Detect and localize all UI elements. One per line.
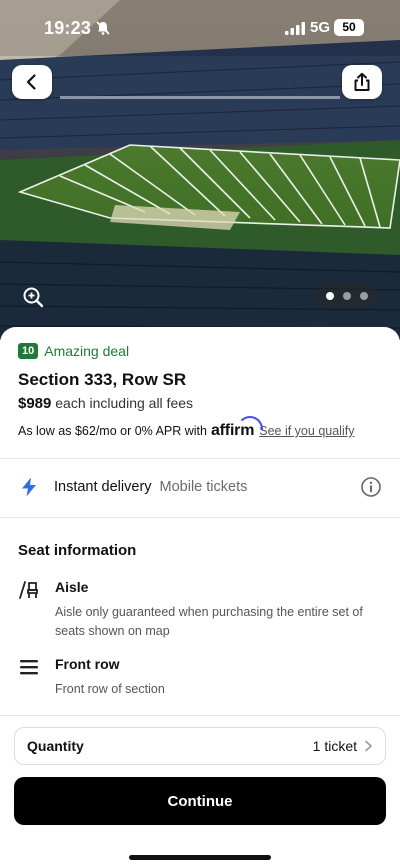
front-row-icon — [20, 660, 38, 675]
signal-icon — [285, 22, 305, 35]
gallery-pagination[interactable] — [316, 284, 378, 308]
feature-title: Front row — [55, 656, 120, 672]
chevron-left-icon — [26, 74, 36, 90]
section-row-title: Section 333, Row SR — [18, 370, 187, 389]
quantity-value-wrap: 1 ticket — [313, 738, 373, 754]
qualify-link[interactable]: See if you qualify — [259, 424, 354, 438]
financing-text: As low as $62/mo or 0% APR with — [18, 424, 207, 438]
seat-info-heading: Seat information — [18, 542, 137, 559]
pagination-dot[interactable] — [343, 292, 351, 300]
ticket-price: $989 — [18, 395, 52, 412]
zoom-in-icon[interactable] — [22, 286, 44, 308]
feature-front-row: Front row Front row of section — [18, 656, 382, 700]
chevron-right-icon — [365, 740, 372, 752]
lightning-bolt-icon — [22, 477, 36, 497]
continue-button[interactable]: Continue — [14, 777, 386, 825]
network-type: 5G — [310, 19, 331, 36]
delivery-type: Mobile tickets — [159, 479, 248, 495]
status-bar: 19:23 5G 50 — [0, 0, 400, 56]
share-icon — [354, 72, 370, 91]
clock: 19:23 — [44, 18, 92, 38]
pagination-dot[interactable] — [360, 292, 368, 300]
home-indicator — [129, 855, 271, 860]
listing-details-sheet: 10 Amazing deal Section 333, Row SR $989… — [0, 327, 400, 868]
feature-description: Front row of section — [55, 682, 165, 696]
financing-offer: As low as $62/mo or 0% APR with affirm S… — [18, 416, 354, 440]
quantity-value: 1 ticket — [312, 738, 357, 754]
pagination-dot[interactable] — [326, 292, 334, 300]
deal-rating: 10 Amazing deal — [18, 343, 129, 359]
divider — [0, 517, 400, 518]
divider — [0, 458, 400, 459]
feature-aisle: Aisle Aisle only guaranteed when purchas… — [18, 579, 382, 639]
aisle-seat-icon — [19, 581, 38, 599]
deal-score-badge: 10 — [18, 343, 39, 359]
silent-bell-icon — [96, 21, 110, 35]
price-line: $989 each including all fees — [18, 395, 193, 412]
quantity-label: Quantity — [27, 738, 84, 754]
delivery-row: Instant delivery Mobile tickets — [18, 475, 382, 499]
share-button[interactable] — [342, 65, 382, 99]
price-note: each including all fees — [55, 395, 194, 411]
back-button[interactable] — [12, 65, 52, 99]
affirm-logo: affirm — [211, 416, 263, 440]
delivery-label: Instant delivery — [54, 479, 152, 495]
deal-label: Amazing deal — [44, 343, 130, 359]
quantity-selector[interactable]: Quantity 1 ticket — [14, 727, 386, 765]
feature-title: Aisle — [55, 579, 89, 595]
divider — [0, 715, 400, 716]
info-icon[interactable] — [360, 476, 382, 498]
seat-view-photo[interactable]: 19:23 5G 50 — [0, 0, 400, 340]
feature-description: Aisle only guaranteed when purchasing th… — [55, 605, 363, 638]
battery-indicator: 50 — [334, 19, 364, 36]
